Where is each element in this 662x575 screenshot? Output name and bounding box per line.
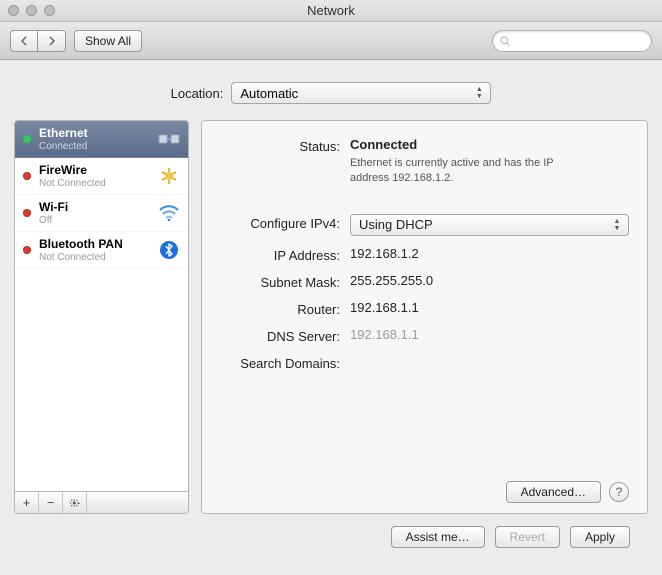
revert-button[interactable]: Revert — [495, 526, 560, 548]
chevron-right-icon — [48, 36, 56, 46]
popup-arrows-icon: ▲▼ — [610, 217, 624, 233]
subnet-mask-value: 255.255.255.0 — [350, 273, 629, 288]
show-all-button[interactable]: Show All — [74, 30, 142, 52]
search-icon — [499, 35, 511, 47]
service-status: Connected — [39, 141, 150, 152]
chevron-left-icon — [20, 36, 28, 46]
location-row: Location: Automatic ▲▼ — [14, 82, 648, 104]
forward-button[interactable] — [38, 30, 66, 52]
search-field[interactable] — [492, 30, 652, 52]
service-name: Ethernet — [39, 126, 150, 140]
action-menu-button[interactable] — [63, 492, 87, 513]
bluetooth-icon — [158, 239, 180, 261]
sidebar-item-ethernet[interactable]: Ethernet Connected — [15, 121, 188, 158]
sidebar-item-firewire[interactable]: FireWire Not Connected — [15, 158, 188, 195]
location-value: Automatic — [240, 86, 298, 101]
apply-button[interactable]: Apply — [570, 526, 630, 548]
dns-server-value: 192.168.1.1 — [350, 327, 629, 342]
ip-address-label: IP Address: — [220, 246, 350, 263]
sidebar-item-wifi[interactable]: Wi-Fi Off — [15, 195, 188, 232]
router-label: Router: — [220, 300, 350, 317]
location-label: Location: — [171, 86, 224, 101]
status-dot-disconnected-icon — [23, 172, 31, 180]
sidebar-item-bluetooth-pan[interactable]: Bluetooth PAN Not Connected — [15, 232, 188, 269]
ip-address-value: 192.168.1.2 — [350, 246, 629, 261]
popup-arrows-icon: ▲▼ — [472, 85, 486, 101]
status-label: Status: — [220, 137, 350, 154]
status-value: Connected — [350, 137, 417, 152]
remove-service-button[interactable]: − — [39, 492, 63, 513]
location-popup[interactable]: Automatic ▲▼ — [231, 82, 491, 104]
service-status: Not Connected — [39, 252, 150, 263]
router-value: 192.168.1.1 — [350, 300, 629, 315]
advanced-button[interactable]: Advanced… — [506, 481, 601, 503]
status-dot-connected-icon — [23, 135, 31, 143]
status-dot-disconnected-icon — [23, 246, 31, 254]
service-status: Not Connected — [39, 178, 150, 189]
detail-panel: Status: Connected Ethernet is currently … — [201, 120, 648, 514]
service-status: Off — [39, 215, 150, 226]
add-service-button[interactable]: + — [15, 492, 39, 513]
firewire-icon — [158, 165, 180, 187]
window-title: Network — [0, 3, 662, 18]
services-list: Ethernet Connected FireWire Not Connecte… — [14, 120, 189, 492]
search-domains-label: Search Domains: — [220, 354, 350, 371]
configure-ipv4-popup[interactable]: Using DHCP ▲▼ — [350, 214, 629, 236]
toolbar: Show All — [0, 22, 662, 60]
configure-ipv4-label: Configure IPv4: — [220, 214, 350, 231]
status-description: Ethernet is currently active and has the… — [350, 156, 580, 186]
assist-me-button[interactable]: Assist me… — [391, 526, 485, 548]
service-name: Wi-Fi — [39, 200, 150, 214]
status-dot-disconnected-icon — [23, 209, 31, 217]
footer-buttons: Assist me… Revert Apply — [14, 514, 648, 548]
titlebar: Network — [0, 0, 662, 22]
subnet-mask-label: Subnet Mask: — [220, 273, 350, 290]
wifi-icon — [158, 202, 180, 224]
gear-icon — [69, 497, 81, 509]
service-name: Bluetooth PAN — [39, 237, 150, 251]
back-button[interactable] — [10, 30, 38, 52]
sidebar-buttons-spacer — [87, 492, 188, 513]
ethernet-icon — [158, 128, 180, 150]
configure-ipv4-value: Using DHCP — [359, 217, 433, 232]
dns-server-label: DNS Server: — [220, 327, 350, 344]
service-name: FireWire — [39, 163, 150, 177]
help-button[interactable]: ? — [609, 482, 629, 502]
nav-buttons — [10, 30, 66, 52]
sidebar-buttons: + − — [14, 492, 189, 514]
